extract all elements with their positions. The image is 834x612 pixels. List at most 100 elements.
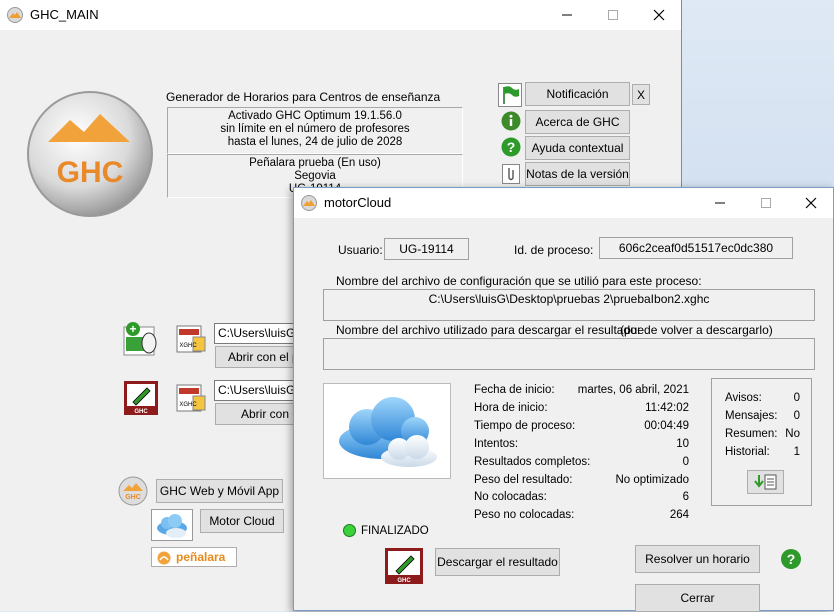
- app-icon: [7, 7, 23, 23]
- svg-text:XGHC: XGHC: [179, 343, 197, 349]
- maximize-icon: [761, 198, 771, 208]
- svg-text:GHC: GHC: [397, 578, 411, 584]
- minimize-button[interactable]: [544, 0, 590, 30]
- file-path-field[interactable]: C:\Users\luisG\D: [214, 323, 294, 344]
- side-stat-row: Resumen: No: [725, 428, 800, 445]
- info-title: Generador de Horarios para Centros de en…: [166, 90, 441, 104]
- license-line: Activado GHC Optimum 19.1.56.0: [228, 110, 402, 122]
- close-button[interactable]: [788, 188, 834, 218]
- side-stat-value: 0: [793, 392, 800, 404]
- solve-timetable-button[interactable]: Resolver un horario: [635, 545, 760, 573]
- maximize-button[interactable]: [743, 188, 789, 218]
- download-messages-button[interactable]: [747, 470, 784, 494]
- stat-key: Resultados completos:: [474, 456, 591, 468]
- svg-text:?: ?: [507, 139, 516, 155]
- stat-row: Hora de inicio: 11:42:02: [474, 402, 689, 419]
- messages-panel: Avisos: 0 Mensajes: 0 Resumen: No Histor…: [711, 378, 812, 506]
- open-with-button[interactable]: Abrir con el pl: [215, 346, 294, 368]
- stat-row: Peso no colocadas: 264: [474, 509, 689, 526]
- license-line: hasta el lunes, 24 de julio de 2028: [227, 136, 403, 148]
- side-stat-key: Avisos:: [725, 392, 762, 404]
- process-id-label: Id. de proceso:: [514, 243, 594, 257]
- new-timetable-icon[interactable]: +: [122, 321, 160, 359]
- stat-key: Tiempo de proceso:: [474, 420, 576, 432]
- release-notes-button[interactable]: Notas de la versión: [525, 162, 630, 186]
- license-line: sin límite en el número de profesores: [220, 123, 410, 135]
- about-button[interactable]: Acerca de GHC: [525, 110, 630, 134]
- stat-value: 00:04:49: [644, 420, 689, 432]
- side-stat-row: Historial: 1: [725, 446, 800, 463]
- paperclip-icon: [502, 164, 520, 184]
- xghc-file-icon: XGHC: [176, 325, 206, 353]
- motor-cloud-button[interactable]: Motor Cloud: [200, 509, 284, 533]
- close-dialog-button[interactable]: Cerrar: [635, 584, 760, 612]
- svg-text:GHC: GHC: [134, 409, 148, 415]
- stat-value: martes, 06 abril, 2021: [577, 384, 689, 396]
- config-file-label: Nombre del archivo de configuración que …: [336, 274, 702, 288]
- minimize-icon: [715, 202, 725, 204]
- file-path-field[interactable]: C:\Users\luisG\D: [214, 380, 294, 401]
- penalara-link[interactable]: peñalara: [151, 547, 237, 567]
- stat-row: Resultados completos: 0: [474, 456, 689, 473]
- maximize-button[interactable]: [590, 0, 636, 30]
- notification-close-button[interactable]: X: [632, 84, 650, 105]
- result-file-label: Nombre del archivo utilizado para descar…: [336, 323, 641, 337]
- penalara-logo-icon: [157, 551, 171, 565]
- side-stat-value: 0: [793, 410, 800, 422]
- flag-icon[interactable]: [498, 83, 522, 107]
- stat-key: Hora de inicio:: [474, 402, 548, 414]
- result-file-value: [323, 338, 815, 370]
- window-title: GHC_MAIN: [30, 7, 99, 22]
- stat-key: No colocadas:: [474, 491, 547, 503]
- stat-key: Fecha de inicio:: [474, 384, 555, 396]
- cloud-icon: [151, 509, 193, 541]
- process-id-value: 606c2ceaf0d51517ec0dc380: [599, 237, 793, 259]
- download-result-button[interactable]: Descargar el resultado: [435, 548, 560, 576]
- minimize-button[interactable]: [697, 188, 743, 218]
- cloud-title-bar: motorCloud: [294, 188, 833, 218]
- download-doc-icon: [753, 474, 776, 490]
- stat-value: 11:42:02: [645, 402, 689, 414]
- close-button[interactable]: [636, 0, 682, 30]
- ghc-web-icon: GHC: [118, 476, 148, 506]
- stat-key: Peso no colocadas:: [474, 509, 575, 521]
- license-box: Activado GHC Optimum 19.1.56.0 sin límit…: [167, 107, 463, 154]
- stat-value: 10: [676, 438, 689, 450]
- help-icon[interactable]: ?: [781, 549, 801, 569]
- stat-row: Intentos: 10: [474, 438, 689, 455]
- ghc-logo: GHC: [27, 91, 153, 217]
- close-icon: [805, 197, 817, 209]
- stat-value: 0: [682, 456, 689, 468]
- result-file-hint: (puede volver a descargarlo): [620, 323, 773, 337]
- title-bar: GHC_MAIN: [0, 0, 681, 30]
- minimize-icon: [562, 14, 572, 16]
- svg-text:GHC: GHC: [125, 494, 141, 501]
- owner-line: Peñalara prueba (En uso): [249, 157, 381, 169]
- side-stat-key: Historial:: [725, 446, 770, 458]
- stat-key: Intentos:: [474, 438, 519, 450]
- logo-text: GHC: [57, 156, 124, 189]
- svg-text:+: +: [129, 322, 136, 336]
- open-with-button[interactable]: Abrir con el: [215, 403, 294, 425]
- user-label: Usuario:: [338, 243, 383, 257]
- side-stat-row: Mensajes: 0: [725, 410, 800, 427]
- notification-button[interactable]: Notificación: [525, 82, 630, 106]
- side-stat-value: 1: [793, 446, 800, 458]
- web-app-button[interactable]: GHC Web y Móvil App: [156, 479, 283, 503]
- owner-line: Segovia: [294, 170, 336, 182]
- side-stat-row: Avisos: 0: [725, 392, 800, 409]
- penalara-brand-text: peñalara: [176, 550, 226, 564]
- xghc-file-icon: XGHC: [176, 384, 206, 412]
- close-icon: [653, 9, 665, 21]
- help-icon: ?: [501, 137, 521, 157]
- download-result-icon[interactable]: GHC: [384, 547, 424, 585]
- side-stat-value: No: [785, 428, 800, 440]
- cloud-illustration: [323, 383, 451, 479]
- user-value: UG-19114: [384, 238, 469, 260]
- edit-timetable-icon[interactable]: GHC: [123, 380, 159, 416]
- help-button[interactable]: Ayuda contextual: [525, 136, 630, 160]
- maximize-icon: [608, 10, 618, 20]
- config-file-value: C:\Users\luisG\Desktop\pruebas 2\pruebaI…: [323, 289, 815, 321]
- cloud-window-title: motorCloud: [324, 195, 392, 210]
- side-stat-key: Resumen:: [725, 428, 778, 440]
